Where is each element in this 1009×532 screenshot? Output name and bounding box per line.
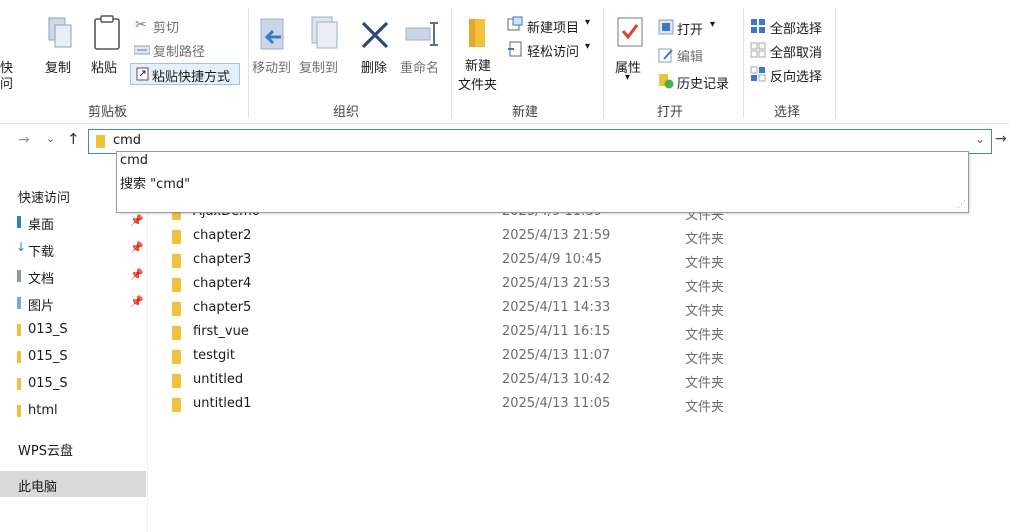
file-row[interactable]: untitled 2025/4/13 10:42 文件夹 (150, 369, 1009, 393)
suggestion-item[interactable]: 搜索 "cmd" (120, 173, 190, 192)
autocomplete-dropdown: cmd 搜索 "cmd" ⋰ (116, 151, 969, 213)
file-date: 2025/4/13 10:42 (502, 372, 611, 387)
folder-icon (172, 254, 181, 268)
file-row[interactable]: untitled1 2025/4/13 11:05 文件夹 (150, 393, 1009, 417)
folder-icon (172, 278, 181, 292)
file-name: chapter2 (193, 228, 252, 243)
folder-icon (172, 326, 181, 340)
file-date: 2025/4/9 10:45 (502, 252, 602, 267)
resize-grip-icon[interactable]: ⋰ (957, 200, 966, 210)
file-type: 文件夹 (685, 280, 725, 295)
file-name: testgit (193, 348, 235, 363)
folder-icon (172, 230, 181, 244)
folder-icon (172, 374, 181, 388)
file-date: 2025/4/13 11:07 (502, 348, 611, 363)
file-row[interactable]: chapter5 2025/4/11 14:33 文件夹 (150, 297, 1009, 321)
folder-icon (172, 302, 181, 316)
file-name: chapter4 (193, 276, 252, 291)
file-row[interactable]: first_vue 2025/4/11 16:15 文件夹 (150, 321, 1009, 345)
folder-icon (172, 350, 181, 364)
suggestion-item[interactable]: cmd (120, 153, 148, 168)
file-name: chapter3 (193, 252, 252, 267)
file-row[interactable]: chapter3 2025/4/9 10:45 文件夹 (150, 249, 1009, 273)
file-name: untitled (193, 372, 244, 387)
file-date: 2025/4/13 11:05 (502, 396, 611, 411)
file-date: 2025/4/13 21:59 (502, 228, 611, 243)
file-type: 文件夹 (685, 400, 725, 415)
file-row[interactable]: chapter4 2025/4/13 21:53 文件夹 (150, 273, 1009, 297)
file-date: 2025/4/11 16:15 (502, 324, 611, 339)
file-type: 文件夹 (685, 256, 725, 271)
file-date: 2025/4/13 21:53 (502, 276, 611, 291)
file-name: chapter5 (193, 300, 252, 315)
file-name: first_vue (193, 324, 249, 339)
file-list: AjaxDemo 2025/4/9 11:39 文件夹 chapter2 202… (0, 0, 1009, 532)
file-row[interactable]: testgit 2025/4/13 11:07 文件夹 (150, 345, 1009, 369)
file-type: 文件夹 (685, 352, 725, 367)
file-type: 文件夹 (685, 328, 725, 343)
file-type: 文件夹 (685, 304, 725, 319)
file-type: 文件夹 (685, 232, 725, 247)
file-date: 2025/4/11 14:33 (502, 300, 611, 315)
folder-icon (172, 398, 181, 412)
file-name: untitled1 (193, 396, 252, 411)
file-row[interactable]: chapter2 2025/4/13 21:59 文件夹 (150, 225, 1009, 249)
file-type: 文件夹 (685, 376, 725, 391)
